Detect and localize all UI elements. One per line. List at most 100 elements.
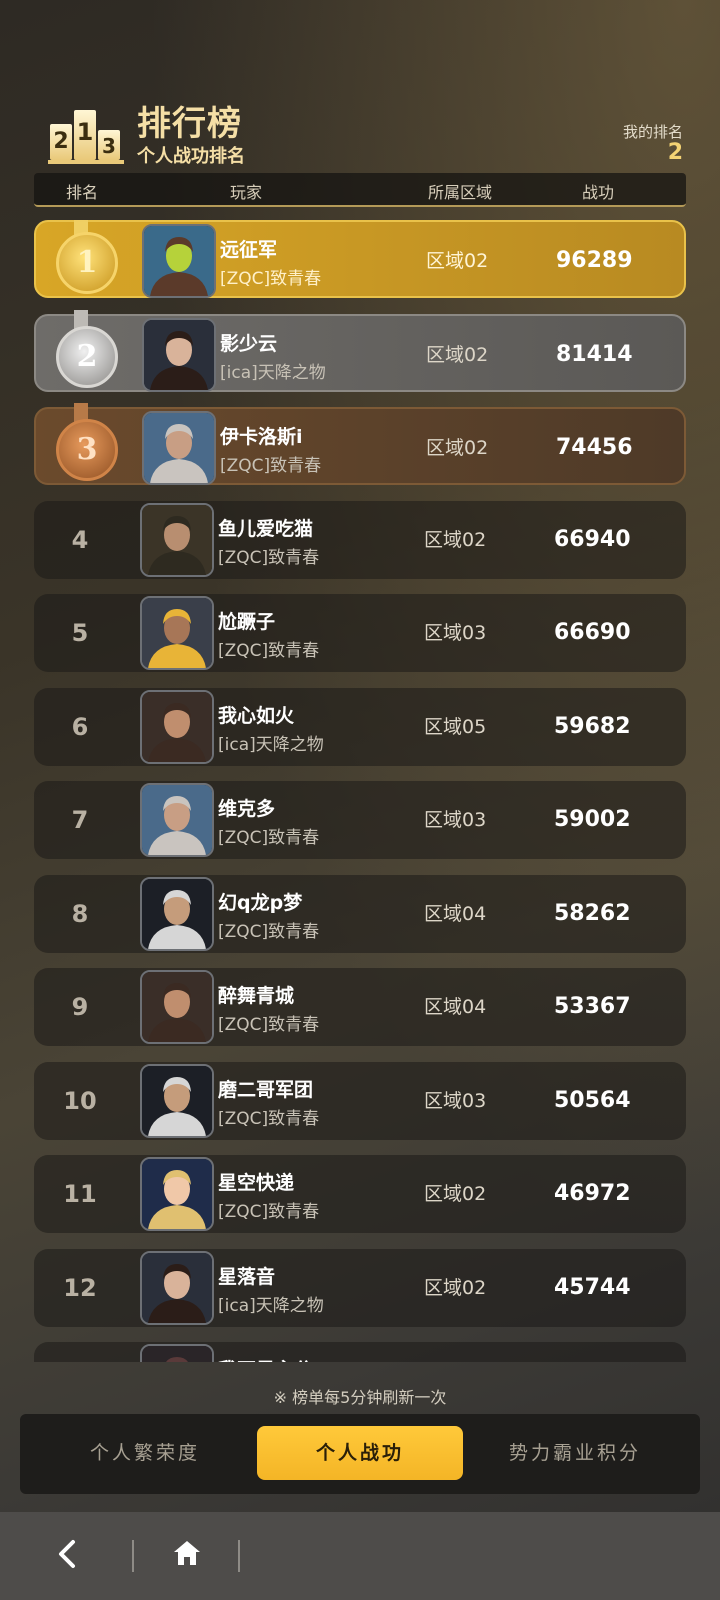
nav-divider	[238, 1540, 240, 1572]
player-avatar[interactable]	[140, 1250, 214, 1325]
player-power: 58262	[554, 900, 631, 926]
gold-medal-icon: 1	[46, 220, 118, 300]
tab-personal-prosperity[interactable]: 个人繁荣度	[42, 1426, 248, 1480]
player-region: 区域02	[426, 437, 489, 459]
player-region: 区域02	[424, 1183, 487, 1205]
player-name[interactable]: 维克多	[218, 794, 275, 821]
player-power: 74456	[556, 435, 633, 460]
woman-avatar-icon	[144, 319, 214, 390]
sunglasses-avatar-icon	[142, 972, 212, 1042]
medal-rank: 1	[56, 232, 118, 294]
leaderboard-row[interactable]: 10 磨二哥军团 [ZQC]致青春 区域03 50564	[34, 1061, 686, 1140]
player-name[interactable]: 影少云	[220, 329, 277, 356]
rank-number: 13	[50, 1342, 110, 1362]
leaderboard-row[interactable]: 4 鱼儿爱吃猫 [ZQC]致青春 区域02 66940	[34, 500, 686, 579]
veteran-avatar-icon	[142, 785, 212, 855]
page-subtitle: 个人战功排名	[137, 146, 245, 167]
player-region: 区域04	[424, 996, 487, 1018]
leaderboard-row[interactable]: 9 醉舞青城 [ZQC]致青春 区域04 53367	[34, 968, 686, 1046]
player-name[interactable]: 幻q龙p梦	[218, 888, 302, 915]
player-avatar[interactable]	[140, 502, 214, 577]
player-guild: [ZQC]致青春	[218, 1108, 320, 1129]
leaderboard-row[interactable]: 8 幻q龙p梦 [ZQC]致青春 区域04 58262	[34, 874, 686, 953]
player-power: 50564	[554, 1087, 631, 1113]
player-name[interactable]: 星落音	[218, 1262, 275, 1289]
player-name[interactable]: 伊卡洛斯i	[220, 422, 303, 449]
player-name[interactable]: 尬蹶子	[218, 607, 275, 634]
player-avatar[interactable]	[142, 411, 216, 485]
home-icon[interactable]	[170, 1536, 204, 1570]
player-name[interactable]: 我不是主公	[218, 1355, 313, 1362]
bottom-nav	[0, 1512, 720, 1600]
officer-avatar-icon	[142, 504, 212, 575]
leaderboard-row[interactable]: 5 尬蹶子 [ZQC]致青春 区域03 66690	[34, 594, 686, 672]
player-power: 66690	[554, 620, 631, 645]
rank-number: 8	[71, 899, 89, 928]
soldier-avatar-icon	[144, 226, 214, 296]
player-avatar[interactable]	[142, 317, 216, 392]
player-power: 96289	[556, 248, 633, 273]
astronaut-avatar-icon	[142, 1065, 212, 1136]
player-region: 区域05	[424, 715, 487, 738]
player-name[interactable]: 鱼儿爱吃猫	[218, 514, 313, 541]
leaderboard-row[interactable]: 11 星空快递 [ZQC]致青春 区域02 46972	[34, 1155, 686, 1233]
silver-medal-icon: 2	[46, 309, 118, 394]
player-region: 区域02	[424, 528, 487, 551]
player-power: 59682	[554, 713, 631, 739]
player-avatar[interactable]	[140, 1063, 214, 1138]
player-region: 区域04	[424, 902, 487, 925]
player-power: 46972	[554, 1181, 631, 1206]
player-power: 66940	[554, 526, 631, 552]
leaderboard-row[interactable]: 3 伊卡洛斯i [ZQC]致青春 区域02 74456	[34, 403, 686, 487]
player-region: 区域03	[424, 809, 487, 831]
podium-base	[48, 160, 124, 164]
leaderboard-row[interactable]: 7 维克多 [ZQC]致青春 区域03 59002	[34, 781, 686, 859]
player-avatar[interactable]	[140, 1157, 214, 1231]
player-avatar[interactable]	[142, 224, 216, 298]
column-player: 玩家	[230, 183, 263, 202]
player-guild: [ica]天降之物	[218, 1295, 324, 1316]
leaderboard-row[interactable]: 6 我心如火 [ica]天降之物 区域05 59682	[34, 687, 686, 766]
medal-rank: 3	[56, 419, 118, 481]
player-region: 区域02	[424, 1276, 487, 1299]
leaderboard-row[interactable]: 1 远征军 [ZQC]致青春 区域02 96289	[34, 220, 686, 298]
pilot-avatar-icon	[142, 598, 212, 668]
my-rank-value: 2	[667, 140, 683, 165]
player-power: 45744	[554, 1274, 631, 1300]
player-avatar[interactable]	[140, 783, 214, 857]
page-title: 排行榜	[137, 104, 242, 144]
player-name[interactable]: 远征军	[220, 235, 277, 262]
player-guild: [ZQC]致青春	[218, 828, 320, 848]
player-name[interactable]: 我心如火	[218, 701, 294, 728]
player-guild: [ZQC]致青春	[218, 641, 320, 661]
tab-personal-merit[interactable]: 个人战功	[257, 1426, 463, 1480]
player-guild: [ZQC]致青春	[220, 456, 322, 476]
leaderboard-row[interactable]: 13 我不是主公	[34, 1342, 686, 1362]
woman-avatar-icon	[142, 1252, 212, 1323]
tab-faction-score[interactable]: 势力霸业积分	[472, 1426, 678, 1480]
player-avatar[interactable]	[140, 876, 214, 951]
player-avatar[interactable]	[140, 1344, 214, 1362]
leaderboard-list[interactable]: 1 远征军 [ZQC]致青春 区域02 96289 2 影少云 [ica]天降之物 区域02 81…	[34, 220, 686, 1362]
player-avatar[interactable]	[140, 596, 214, 670]
nav-divider	[132, 1540, 134, 1572]
player-avatar[interactable]	[140, 970, 214, 1044]
bronze-medal-icon: 3	[46, 403, 118, 487]
column-power: 战功	[582, 183, 615, 202]
leaderboard-row[interactable]: 12 星落音 [ica]天降之物 区域02 45744	[34, 1248, 686, 1327]
sunglasses-avatar-icon	[142, 691, 212, 762]
rank-number: 6	[71, 712, 89, 741]
player-guild: [ica]天降之物	[218, 734, 324, 755]
ranking-tab-bar: 个人繁荣度 个人战功 势力霸业积分	[20, 1414, 700, 1494]
player-region: 区域02	[426, 250, 489, 272]
player-avatar[interactable]	[140, 689, 214, 764]
player-name[interactable]: 醉舞青城	[218, 981, 294, 1008]
player-power: 81414	[556, 341, 633, 367]
chevron-left-icon[interactable]	[48, 1534, 88, 1574]
player-name[interactable]: 星空快递	[218, 1168, 294, 1195]
leaderboard-row[interactable]: 2 影少云 [ica]天降之物 区域02 81414	[34, 309, 686, 394]
column-header: 排名 玩家 所属区域 战功	[34, 173, 686, 207]
player-name[interactable]: 磨二哥军团	[218, 1075, 313, 1102]
player-guild: [ZQC]致青春	[218, 921, 320, 942]
player-region: 区域03	[424, 622, 487, 644]
